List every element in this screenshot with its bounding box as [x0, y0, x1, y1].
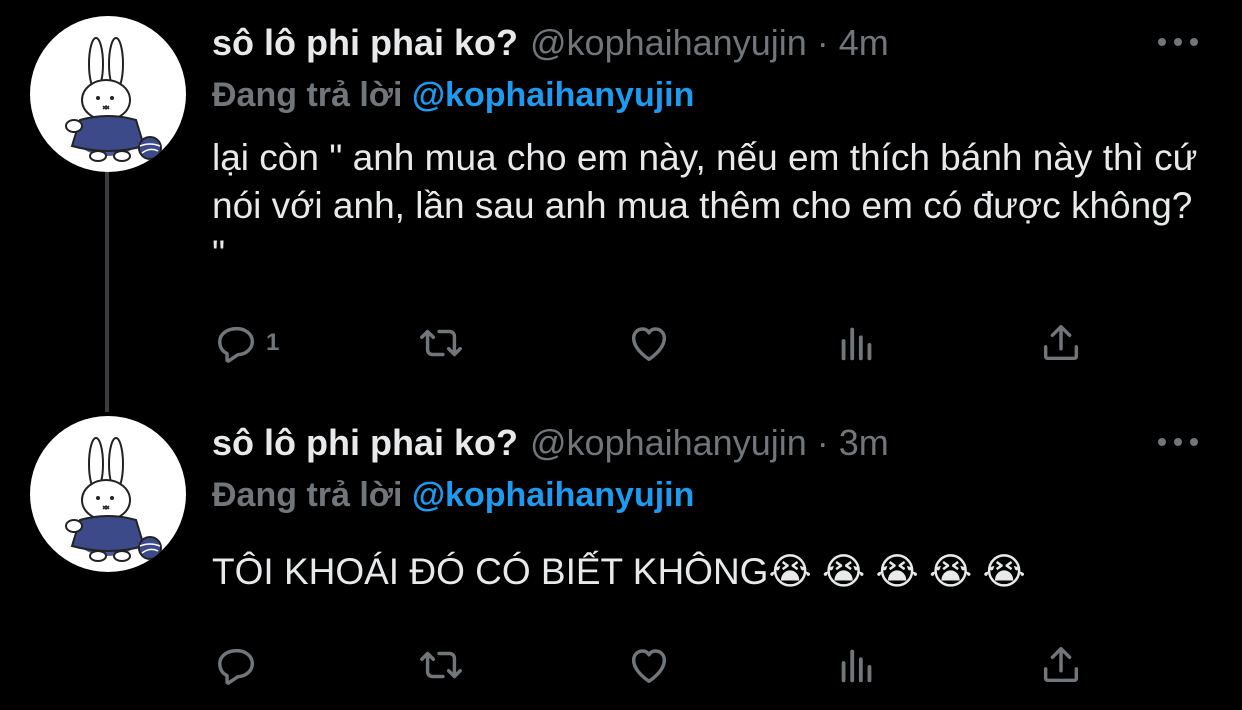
avatar[interactable] — [30, 16, 186, 172]
stats-icon — [841, 649, 872, 683]
timestamp[interactable]: 3m — [839, 420, 889, 466]
replying-to-line: Đang trả lời @kophaihanyujin — [212, 473, 694, 517]
timestamp[interactable]: 4m — [839, 20, 889, 66]
tweet[interactable]: sô lô phi phai ko? @kophaihanyujin · 3m … — [0, 400, 1242, 710]
handle[interactable]: @kophaihanyujin — [530, 20, 807, 66]
replying-prefix: Đang trả lời — [212, 476, 403, 514]
like-button[interactable] — [626, 318, 672, 368]
replying-to-line: Đang trả lời @kophaihanyujin — [212, 73, 694, 117]
like-button[interactable] — [626, 640, 672, 690]
stats-icon — [841, 327, 872, 361]
reply-button[interactable]: 1 — [214, 318, 279, 368]
share-icon — [1043, 646, 1079, 683]
analytics-button[interactable] — [834, 640, 880, 690]
avatar[interactable] — [30, 416, 186, 572]
retweet-button[interactable] — [418, 640, 464, 690]
tweet-header: sô lô phi phai ko? @kophaihanyujin · 3m — [212, 420, 889, 466]
tweet-text: TÔI KHOÁI ĐÓ CÓ BIẾT KHÔNG😭 😭 😭 😭 😭 — [212, 551, 1026, 592]
display-name[interactable]: sô lô phi phai ko? — [212, 20, 518, 66]
mention-link[interactable]: @kophaihanyujin — [412, 76, 695, 114]
display-name[interactable]: sô lô phi phai ko? — [212, 420, 518, 466]
replying-prefix: Đang trả lời — [212, 76, 403, 114]
tweet-text: lại còn " anh mua cho em này, nếu em thí… — [212, 137, 1198, 274]
analytics-button[interactable] — [834, 318, 880, 368]
action-bar — [212, 640, 1092, 690]
share-button[interactable] — [1038, 318, 1084, 368]
separator-dot: · — [816, 22, 829, 63]
tweet-header: sô lô phi phai ko? @kophaihanyujin · 4m — [212, 20, 889, 66]
reply-icon — [218, 326, 255, 363]
handle[interactable]: @kophaihanyujin — [530, 420, 807, 466]
like-icon — [631, 649, 667, 684]
retweet-button[interactable] — [418, 318, 464, 368]
thread-line — [105, 172, 109, 412]
tweet[interactable]: sô lô phi phai ko? @kophaihanyujin · 4m … — [0, 0, 1242, 412]
more-icon[interactable] — [1158, 32, 1198, 52]
reply-button[interactable] — [214, 640, 266, 690]
miffy-avatar-image — [65, 37, 162, 162]
more-icon[interactable] — [1158, 432, 1198, 452]
like-icon — [631, 327, 667, 362]
separator-dot: · — [816, 422, 829, 463]
action-bar: 1 — [212, 318, 1092, 368]
reply-icon — [218, 648, 255, 685]
retweet-icon — [420, 651, 462, 679]
mention-link[interactable]: @kophaihanyujin — [412, 476, 695, 514]
share-icon — [1043, 324, 1079, 361]
miffy-avatar-image — [65, 437, 162, 562]
share-button[interactable] — [1038, 640, 1084, 690]
reply-count: 1 — [266, 329, 280, 356]
retweet-icon — [420, 329, 462, 357]
